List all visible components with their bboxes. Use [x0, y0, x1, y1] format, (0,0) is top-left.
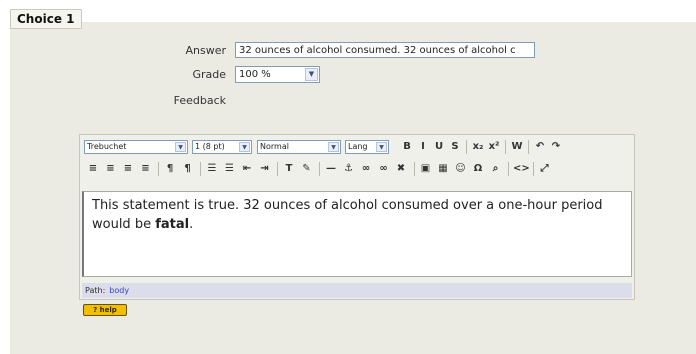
horizontal-rule-button[interactable]: — — [324, 162, 338, 176]
fieldset-legend: Choice 1 — [10, 9, 82, 29]
rtl-button[interactable]: ¶ — [181, 162, 195, 176]
feedback-bold-text: fatal — [155, 217, 190, 232]
toolbar-separator — [277, 162, 278, 176]
strikethrough-button[interactable]: S — [448, 140, 462, 154]
format-value: Normal — [260, 142, 289, 151]
italic-button[interactable]: I — [416, 140, 430, 154]
outdent-button[interactable]: ⇤ — [240, 162, 254, 176]
chevron-down-icon[interactable]: ▼ — [239, 142, 250, 152]
help-button[interactable]: ? help — [83, 304, 127, 316]
font-family-select[interactable]: Trebuchet ▼ — [84, 140, 188, 154]
toolbar-separator — [158, 162, 159, 176]
ltr-button[interactable]: ¶ — [163, 162, 177, 176]
grade-value: 100 % — [239, 69, 271, 80]
align-right-button[interactable]: ≡ — [121, 162, 135, 176]
clean-word-button[interactable]: W — [510, 140, 524, 154]
link-button[interactable]: ∞ — [359, 162, 373, 176]
toolbar-separator — [505, 140, 506, 154]
search-replace-button[interactable]: ⌕ — [489, 162, 503, 176]
feedback-text-end: . — [189, 217, 194, 232]
background-color-button[interactable]: ✎ — [300, 162, 314, 176]
grade-select[interactable]: 100 % ▼ — [235, 66, 320, 83]
text-color-button[interactable]: T — [282, 162, 296, 176]
smiley-button[interactable]: ☺ — [454, 162, 468, 176]
align-left-button[interactable]: ≡ — [86, 162, 100, 176]
chevron-down-icon[interactable]: ▼ — [305, 68, 318, 81]
answer-input[interactable]: 32 ounces of alcohol consumed. 32 ounces… — [235, 42, 535, 58]
special-char-button[interactable]: Ω — [471, 162, 485, 176]
image-button[interactable]: ▣ — [419, 162, 433, 176]
html-source-button[interactable]: <> — [513, 162, 530, 176]
chevron-down-icon[interactable]: ▼ — [328, 142, 339, 152]
toolbar-separator — [413, 162, 415, 176]
toolbar-separator — [532, 162, 534, 176]
grade-label: Grade — [192, 68, 226, 81]
undo-button[interactable]: ↶ — [533, 140, 547, 154]
bold-button[interactable]: B — [400, 140, 414, 154]
underline-button[interactable]: U — [432, 140, 446, 154]
toolbar-separator — [508, 162, 509, 176]
toolbar-separator — [466, 140, 467, 154]
path-label: Path: — [85, 286, 106, 295]
chevron-down-icon[interactable]: ▼ — [376, 142, 387, 152]
unordered-list-button[interactable]: ☰ — [223, 162, 237, 176]
anchor-button[interactable]: ⚓ — [342, 162, 356, 176]
font-size-select[interactable]: 1 (8 pt) ▼ — [192, 140, 252, 154]
ordered-list-button[interactable]: ☰ — [205, 162, 219, 176]
answer-label: Answer — [185, 44, 226, 57]
font-family-value: Trebuchet — [87, 142, 127, 151]
toolbar-separator — [200, 162, 201, 176]
redo-button[interactable]: ↷ — [549, 140, 563, 154]
path-body-link[interactable]: body — [109, 286, 129, 295]
justify-button[interactable]: ≡ — [139, 162, 153, 176]
indent-button[interactable]: ⇥ — [258, 162, 272, 176]
language-value: Lang — [348, 142, 368, 151]
path-bar: Path: body — [82, 283, 632, 298]
subscript-button[interactable]: x₂ — [471, 140, 485, 154]
html-editor: Trebuchet ▼ 1 (8 pt) ▼ Normal ▼ Lang ▼ B… — [79, 134, 635, 300]
unlink-button[interactable]: ∞ — [377, 162, 391, 176]
chevron-down-icon[interactable]: ▼ — [175, 142, 186, 152]
superscript-button[interactable]: x² — [487, 140, 501, 154]
feedback-label: Feedback — [173, 94, 226, 107]
toolbar-separator — [319, 162, 320, 176]
toolbar-separator — [528, 140, 529, 154]
font-size-value: 1 (8 pt) — [195, 142, 225, 151]
fullscreen-button[interactable]: ⤢ — [538, 162, 552, 176]
no-link-button[interactable]: ✖ — [394, 162, 408, 176]
align-center-button[interactable]: ≡ — [104, 162, 118, 176]
language-select[interactable]: Lang ▼ — [345, 140, 389, 154]
format-select[interactable]: Normal ▼ — [257, 140, 341, 154]
editor-content[interactable]: This statement is true. 32 ounces of alc… — [82, 191, 632, 277]
table-button[interactable]: ▦ — [436, 162, 450, 176]
